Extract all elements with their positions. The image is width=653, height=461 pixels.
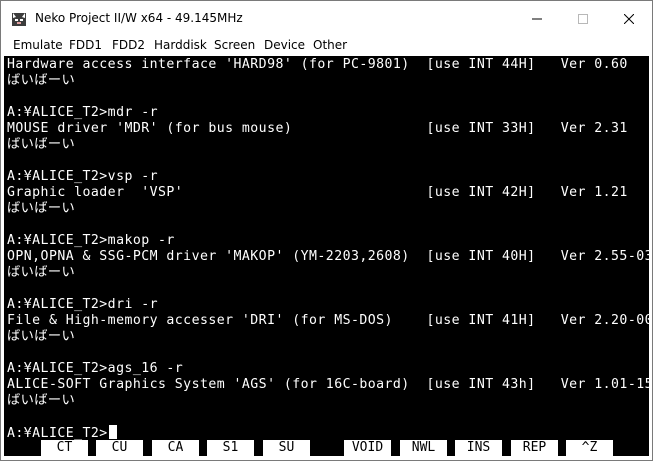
console-line: ばいばーい	[7, 265, 76, 280]
console-line: A:¥ALICE_T2>mdr -r	[7, 105, 159, 120]
console-line: ばいばーい	[7, 201, 76, 216]
function-key-f5[interactable]: SU	[263, 440, 310, 456]
command-prompt: A:¥ALICE_T2>	[7, 426, 108, 441]
emulator-screen[interactable]: Hardware access interface 'HARD98' (for …	[4, 56, 649, 456]
function-key-f7[interactable]: NWL	[400, 440, 447, 456]
close-icon	[624, 14, 634, 24]
menu-other[interactable]: Other	[313, 38, 347, 52]
console-line: A:¥ALICE_T2>makop -r	[7, 233, 175, 248]
function-key-f4[interactable]: S1	[207, 440, 254, 456]
maximize-icon	[578, 14, 588, 24]
title-bar[interactable]: Neko Project II/W x64 - 49.145MHz	[1, 1, 652, 37]
console-line: MOUSE driver 'MDR' (for bus mouse) [use …	[7, 121, 628, 136]
window-title: Neko Project II/W x64 - 49.145MHz	[35, 11, 243, 25]
function-key-f8[interactable]: INS	[455, 440, 502, 456]
close-button[interactable]	[606, 1, 652, 37]
menu-screen[interactable]: Screen	[214, 38, 255, 52]
console-line: ばいばーい	[7, 329, 76, 344]
console-line: A:¥ALICE_T2>vsp -r	[7, 169, 159, 184]
function-key-f9[interactable]: REP	[511, 440, 558, 456]
function-key-f2[interactable]: CU	[96, 440, 143, 456]
app-cat-icon	[11, 11, 27, 27]
menu-harddisk[interactable]: Harddisk	[154, 38, 207, 52]
function-key-f1[interactable]: CT	[41, 440, 88, 456]
function-key-f6[interactable]: VOID	[344, 440, 391, 456]
menu-fdd2[interactable]: FDD2	[112, 38, 145, 52]
menu-emulate[interactable]: Emulate	[13, 38, 63, 52]
console-line: OPN,OPNA & SSG-PCM driver 'MAKOP' (YM-22…	[7, 249, 649, 264]
console-line: A:¥ALICE_T2>dri -r	[7, 297, 159, 312]
prompt-line: A:¥ALICE_T2>	[7, 425, 117, 441]
maximize-button	[560, 1, 606, 37]
function-key-f10[interactable]: ^Z	[566, 440, 613, 456]
console-line: ばいばーい	[7, 73, 76, 88]
menu-bar: Emulate FDD1 FDD2 Harddisk Screen Device…	[1, 37, 652, 56]
console-line: Graphic loader 'VSP' [use INT 42H] Ver 1…	[7, 185, 628, 200]
console-line: A:¥ALICE_T2>ags_16 -r	[7, 361, 184, 376]
console-line: ばいばーい	[7, 137, 76, 152]
console-line: ALICE-SOFT Graphics System 'AGS' (for 16…	[7, 377, 649, 392]
console-line: Hardware access interface 'HARD98' (for …	[7, 57, 628, 72]
console-line: ばいばーい	[7, 393, 76, 408]
minimize-button[interactable]	[514, 1, 560, 37]
menu-fdd1[interactable]: FDD1	[69, 38, 102, 52]
menu-device[interactable]: Device	[264, 38, 305, 52]
app-window: Neko Project II/W x64 - 49.145MHz Emulat…	[0, 0, 653, 461]
console-line: File & High-memory accesser 'DRI' (for M…	[7, 313, 649, 328]
text-cursor	[108, 425, 117, 439]
function-key-f3[interactable]: CA	[152, 440, 199, 456]
minimize-icon	[532, 18, 542, 20]
